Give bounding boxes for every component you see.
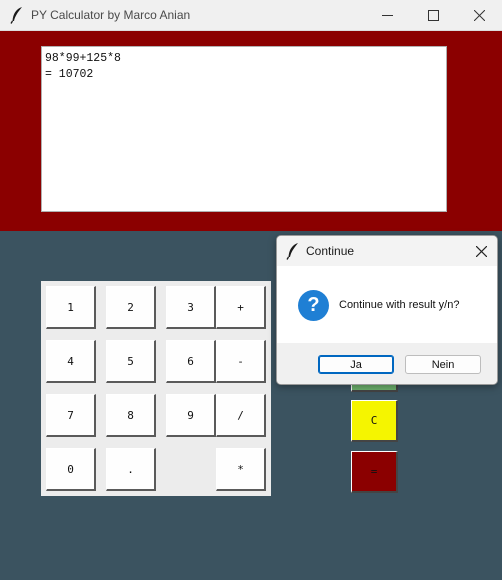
maximize-button[interactable]	[410, 0, 456, 31]
minimize-icon	[381, 15, 393, 16]
key-6[interactable]: 6	[166, 340, 216, 383]
no-button[interactable]: Nein	[405, 355, 481, 374]
key-decimal[interactable]: .	[106, 448, 156, 491]
close-icon	[473, 10, 485, 21]
continue-dialog: Continue ? Continue with result y/n? Ja …	[276, 235, 498, 385]
minimize-button[interactable]	[364, 0, 410, 31]
key-minus[interactable]: -	[216, 340, 266, 383]
dialog-close-button[interactable]	[465, 236, 497, 266]
keypad: 1 2 3 + 4 5 6 - 7 8 9 / 0 . *	[41, 281, 271, 496]
equals-button[interactable]: =	[351, 451, 398, 493]
key-7[interactable]: 7	[46, 394, 96, 437]
display-result: = 10702	[45, 68, 94, 81]
dialog-footer: Ja Nein	[277, 343, 497, 384]
key-3[interactable]: 3	[166, 286, 216, 329]
key-plus[interactable]: +	[216, 286, 266, 329]
feather-icon	[286, 243, 298, 260]
key-9[interactable]: 9	[166, 394, 216, 437]
close-icon	[475, 245, 487, 257]
key-5[interactable]: 5	[106, 340, 156, 383]
key-2[interactable]: 2	[106, 286, 156, 329]
calculator-display[interactable]: 98*99+125*8 = 10702	[41, 46, 447, 212]
key-4[interactable]: 4	[46, 340, 96, 383]
close-button[interactable]	[456, 0, 502, 31]
dialog-message: Continue with result y/n?	[339, 299, 460, 311]
dialog-title: Continue	[306, 244, 355, 258]
display-expression: 98*99+125*8	[45, 52, 121, 65]
maximize-icon	[427, 10, 439, 21]
yes-button[interactable]: Ja	[318, 355, 394, 374]
key-8[interactable]: 8	[106, 394, 156, 437]
key-1[interactable]: 1	[46, 286, 96, 329]
dialog-title-bar: Continue	[277, 236, 497, 266]
key-multiply[interactable]: *	[216, 448, 266, 491]
window-title: PY Calculator by Marco Anian	[31, 8, 191, 22]
key-divide[interactable]: /	[216, 394, 266, 437]
title-bar: PY Calculator by Marco Anian	[0, 0, 502, 31]
feather-icon	[10, 7, 22, 24]
dialog-body: ? Continue with result y/n?	[277, 266, 497, 343]
question-icon: ?	[298, 290, 329, 321]
clear-button[interactable]: C	[351, 400, 398, 442]
key-0[interactable]: 0	[46, 448, 96, 491]
